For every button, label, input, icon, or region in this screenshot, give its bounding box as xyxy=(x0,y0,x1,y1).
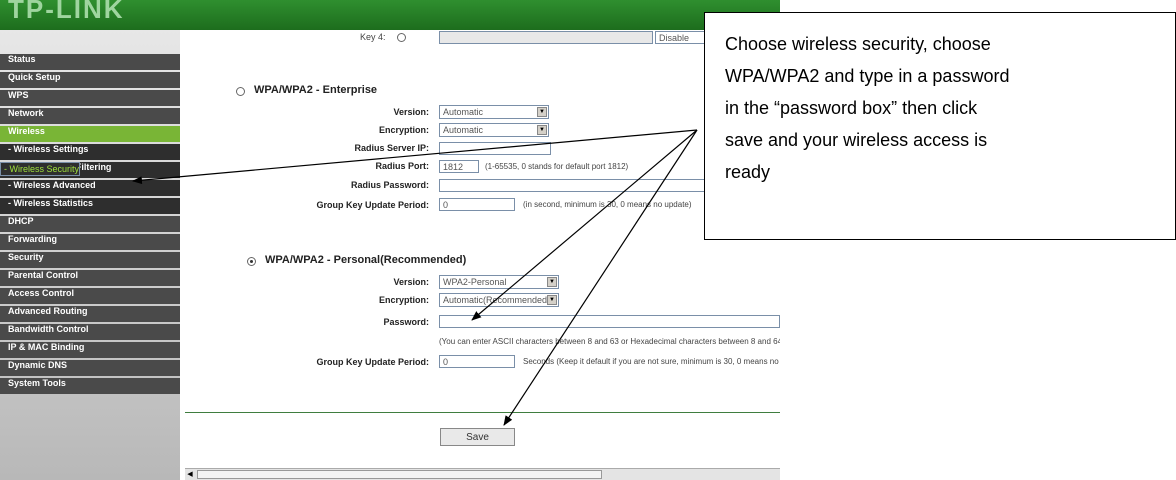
enterprise-group-key-label: Group Key Update Period: xyxy=(316,200,429,210)
callout-line: ready xyxy=(725,162,771,182)
sidebar-item-wireless[interactable]: Wireless xyxy=(0,126,180,142)
enterprise-group-key-hint: (in second, minimum is 30, 0 means no up… xyxy=(523,200,692,209)
dropdown-arrow-icon: ▼ xyxy=(547,277,557,287)
sidebar-item-forwarding[interactable]: Forwarding xyxy=(0,234,180,250)
router-header-bar: TP-LINK xyxy=(0,0,780,30)
sidebar-item-advanced-routing[interactable]: Advanced Routing xyxy=(0,306,180,322)
personal-radio[interactable] xyxy=(247,257,256,266)
enterprise-encryption-value: Automatic xyxy=(443,125,484,135)
personal-encryption-value: Automatic(Recommended) xyxy=(443,295,551,305)
radius-server-ip-label: Radius Server IP: xyxy=(354,143,429,153)
sidebar-item-bandwidth-control[interactable]: Bandwidth Control xyxy=(0,324,180,340)
dropdown-arrow-icon: ▼ xyxy=(547,295,557,305)
personal-group-key-input[interactable]: 0 xyxy=(439,355,515,368)
enterprise-radio[interactable] xyxy=(236,87,245,96)
key4-label: Key 4: xyxy=(360,32,386,42)
callout-line: save and your wireless access is xyxy=(725,130,988,150)
scrollbar-thumb[interactable] xyxy=(197,470,602,479)
callout-line: in the “password box” then click xyxy=(725,98,978,118)
radius-port-label: Radius Port: xyxy=(375,161,429,171)
brand-logo: TP-LINK xyxy=(8,0,125,24)
enterprise-title: WPA/WPA2 - Enterprise xyxy=(254,84,378,96)
key4-input[interactable] xyxy=(439,31,653,44)
password-input[interactable] xyxy=(439,315,780,328)
personal-version-label: Version: xyxy=(393,277,429,287)
key4-status-text: Disable xyxy=(659,33,690,43)
personal-group-key-hint: Seconds (Keep it default if you are not … xyxy=(523,357,780,366)
sidebar-item-parental-control[interactable]: Parental Control xyxy=(0,270,180,286)
main-content-frame: Key 4: Disable WPA/WPA2 - Enterprise Ver… xyxy=(185,30,780,480)
personal-version-value: WPA2-Personal xyxy=(443,277,507,287)
sidebar-item-wireless-settings[interactable]: - Wireless Settings xyxy=(0,144,180,160)
radius-server-ip-input[interactable] xyxy=(439,142,551,155)
sidebar-item-dhcp[interactable]: DHCP xyxy=(0,216,180,232)
callout-line: WPA/WPA2 and type in a password xyxy=(725,66,1010,86)
personal-title: WPA/WPA2 - Personal(Recommended) xyxy=(265,254,467,266)
radius-port-input[interactable]: 1812 xyxy=(439,160,479,173)
sidebar-item-wireless-statistics[interactable]: - Wireless Statistics xyxy=(0,198,180,214)
enterprise-version-label: Version: xyxy=(393,107,429,117)
key4-radio[interactable] xyxy=(397,33,406,42)
section-divider xyxy=(185,412,780,413)
sidebar-item-wireless-security[interactable]: - Wireless Security xyxy=(0,162,81,176)
sidebar-item-wireless-advanced[interactable]: - Wireless Advanced xyxy=(0,180,180,196)
sidebar-item-security[interactable]: Security xyxy=(0,252,180,268)
personal-version-select[interactable]: WPA2-Personal ▼ xyxy=(439,275,559,289)
enterprise-version-value: Automatic xyxy=(443,107,484,117)
sidebar-item-status[interactable]: Status xyxy=(0,54,180,70)
sidebar-item-system-tools[interactable]: System Tools xyxy=(0,378,180,394)
horizontal-scrollbar[interactable]: ◀ xyxy=(185,468,780,480)
sidebar-item-wps[interactable]: WPS xyxy=(0,90,180,106)
password-hint: (You can enter ASCII characters between … xyxy=(439,337,780,346)
sidebar-item-dynamic-dns[interactable]: Dynamic DNS xyxy=(0,360,180,376)
radius-password-input[interactable] xyxy=(439,179,739,192)
instruction-callout: Choose wireless security, choose WPA/WPA… xyxy=(704,12,1176,240)
personal-encryption-select[interactable]: Automatic(Recommended) ▼ xyxy=(439,293,559,307)
sidebar-item-quick-setup[interactable]: Quick Setup xyxy=(0,72,180,88)
personal-password-label: Password: xyxy=(383,317,429,327)
save-button[interactable]: Save xyxy=(440,428,515,446)
enterprise-version-select[interactable]: Automatic ▼ xyxy=(439,105,549,119)
dropdown-arrow-icon: ▼ xyxy=(537,125,547,135)
personal-encryption-label: Encryption: xyxy=(378,295,429,305)
callout-line: Choose wireless security, choose xyxy=(725,34,991,54)
radius-password-label: Radius Password: xyxy=(350,180,429,190)
radius-port-hint: (1-65535, 0 stands for default port 1812… xyxy=(485,162,629,171)
sidebar-item-ip-mac-binding[interactable]: IP & MAC Binding xyxy=(0,342,180,358)
scroll-left-arrow-icon[interactable]: ◀ xyxy=(185,469,195,480)
sidebar-menu-list: Status Quick Setup WPS Network Wireless - Wir… xyxy=(0,54,180,394)
sidebar-item-access-control[interactable]: Access Control xyxy=(0,288,180,304)
dropdown-arrow-icon: ▼ xyxy=(537,107,547,117)
enterprise-encryption-label: Encryption: xyxy=(378,125,429,135)
personal-group-key-label: Group Key Update Period: xyxy=(316,357,429,367)
sidebar-menu: Status Quick Setup WPS Network Wireless - Wir… xyxy=(0,30,180,480)
sidebar-item-network[interactable]: Network xyxy=(0,108,180,124)
enterprise-group-key-input[interactable]: 0 xyxy=(439,198,515,211)
enterprise-encryption-select[interactable]: Automatic ▼ xyxy=(439,123,549,137)
